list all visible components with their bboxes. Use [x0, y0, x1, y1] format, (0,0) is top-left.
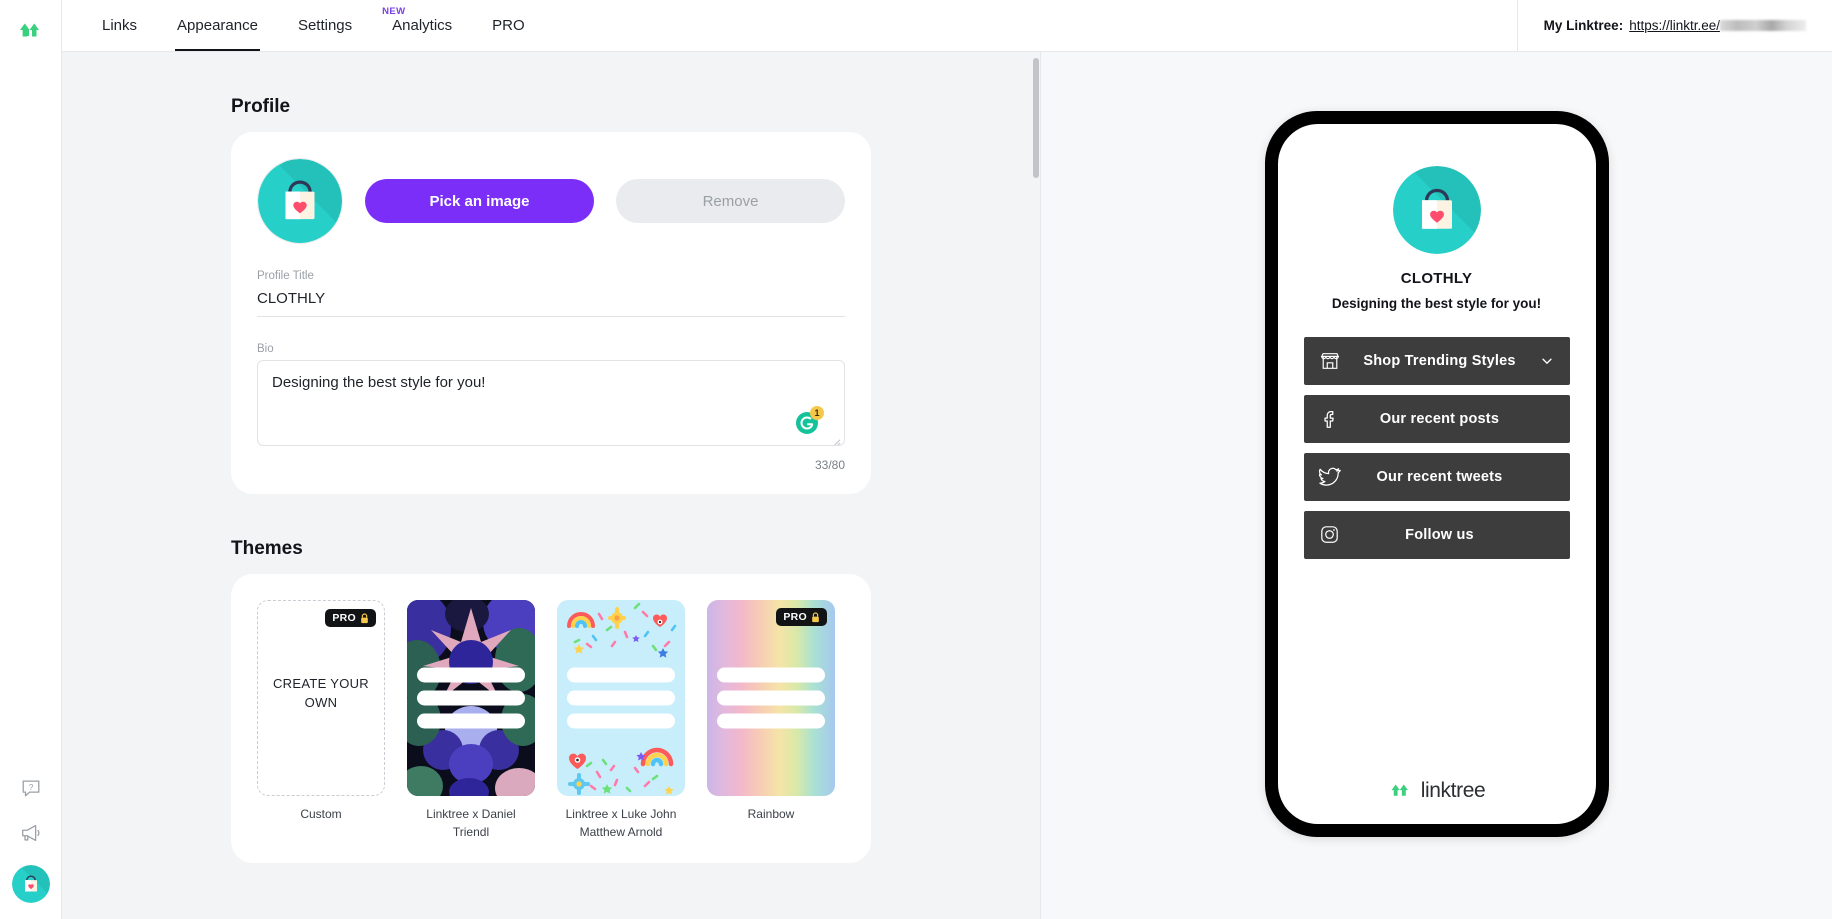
editor-scrollbar[interactable]: [1032, 52, 1040, 919]
tab-pro-label: PRO: [492, 17, 525, 34]
theme-daniel-triendl-thumb[interactable]: [407, 600, 535, 796]
theme-preview-bars: [567, 667, 675, 729]
body-split: Profile Pick an image Remove Profile Tit…: [62, 52, 1832, 919]
preview-footer[interactable]: linktree: [1278, 778, 1596, 804]
theme-custom-name: Custom: [300, 807, 342, 821]
tab-settings[interactable]: Settings: [278, 0, 372, 51]
remove-image-button[interactable]: Remove: [616, 179, 845, 223]
linktree-logo-icon[interactable]: [14, 14, 48, 48]
profile-title-label: Profile Title: [257, 270, 314, 282]
tab-appearance[interactable]: Appearance: [157, 0, 278, 51]
preview-avatar: [1392, 165, 1481, 254]
left-rail: ?: [0, 0, 62, 919]
svg-text:?: ?: [29, 783, 34, 792]
preview-panel: CLOTHLY Designing the best style for you…: [1041, 52, 1832, 919]
tab-settings-label: Settings: [297, 17, 353, 34]
pro-badge-label: PRO: [783, 611, 807, 623]
avatar[interactable]: [12, 865, 50, 903]
my-linktree-url[interactable]: https://linktr.ee/: [1629, 18, 1806, 33]
linktree-wordmark: linktree: [1420, 778, 1486, 802]
theme-daniel-triendl-name: Linktree x Daniel Triendl: [426, 807, 516, 839]
theme-preview-bars: [717, 667, 825, 729]
pro-badge: PRO: [776, 608, 827, 626]
themes-card: PRO CREATE YOUR OWN Custom Linktree x Da…: [231, 574, 871, 863]
preview-links-list: Shop Trending Styles Our recent posts Ou…: [1303, 336, 1570, 559]
phone-frame: CLOTHLY Designing the best style for you…: [1264, 110, 1609, 837]
username-redacted: [1720, 20, 1806, 31]
storefront-icon: [1318, 349, 1342, 373]
pick-an-image-button[interactable]: Pick an image: [365, 179, 594, 223]
themes-section-title: Themes: [231, 538, 303, 559]
preview-link-our-recent-posts[interactable]: Our recent posts: [1303, 394, 1570, 443]
chevron-down-icon[interactable]: [1538, 354, 1556, 368]
bio-label: Bio: [257, 343, 274, 355]
theme-daniel-triendl[interactable]: Linktree x Daniel Triendl: [407, 600, 535, 841]
profile-image-row: Pick an image Remove: [257, 158, 845, 244]
preview-link-our-recent-tweets[interactable]: Our recent tweets: [1303, 452, 1570, 501]
bio-textarea[interactable]: [257, 360, 845, 446]
profile-title-field: Profile Title: [257, 270, 845, 317]
top-navigation-bar: Links Appearance Settings NEW Analytics …: [62, 0, 1832, 52]
megaphone-icon[interactable]: [18, 820, 44, 846]
theme-rainbow-thumb[interactable]: PRO: [707, 600, 835, 796]
themes-section: Themes PRO CREATE YOUR OWN Custom Linktr…: [231, 538, 871, 863]
lock-icon: [812, 611, 819, 622]
theme-luke-arnold-thumb[interactable]: [557, 600, 685, 796]
tab-pro[interactable]: PRO: [472, 0, 545, 51]
preview-link-shop-trending-styles[interactable]: Shop Trending Styles: [1303, 336, 1570, 385]
linktree-admin-page: ? Links Appearance Settings NEW Analytic…: [0, 0, 1832, 919]
create-your-own-label: CREATE YOUR OWN: [272, 676, 369, 710]
pro-badge-label: PRO: [332, 612, 356, 624]
new-badge: NEW: [382, 6, 406, 17]
right-area: Links Appearance Settings NEW Analytics …: [62, 0, 1832, 919]
tab-appearance-label: Appearance: [177, 17, 258, 34]
theme-custom[interactable]: PRO CREATE YOUR OWN Custom: [257, 600, 385, 841]
profile-card: Pick an image Remove Profile Title Bio: [231, 132, 871, 494]
profile-title-input[interactable]: [257, 287, 845, 317]
preview-link-label: Our recent tweets: [1376, 468, 1503, 485]
preview-link-label: Follow us: [1405, 526, 1474, 543]
theme-custom-thumb[interactable]: PRO CREATE YOUR OWN: [257, 600, 385, 796]
preview-link-label: Our recent posts: [1379, 410, 1500, 427]
theme-luke-arnold-name: Linktree x Luke John Matthew Arnold: [565, 807, 677, 839]
preview-profile-bio: Designing the best style for you!: [1331, 295, 1542, 311]
lock-icon: [361, 612, 368, 623]
grammarly-badge: 1: [810, 406, 824, 420]
grammarly-icon[interactable]: 1: [795, 406, 824, 435]
pro-badge: PRO: [325, 609, 376, 627]
bio-field: Bio Designing the best style for you! 1 …: [257, 343, 845, 472]
help-bubble-icon[interactable]: ?: [18, 775, 44, 801]
preview-link-follow-us[interactable]: Follow us: [1303, 510, 1570, 559]
profile-avatar: [257, 158, 343, 244]
theme-rainbow-name: Rainbow: [747, 807, 795, 821]
preview-profile-title: CLOTHLY: [1400, 269, 1473, 287]
preview-link-label: Shop Trending Styles: [1363, 352, 1516, 369]
editor-scroll-area: Profile Pick an image Remove Profile Tit…: [62, 52, 1040, 919]
tab-links-label: Links: [102, 17, 138, 34]
instagram-icon: [1318, 523, 1342, 547]
theme-luke-arnold[interactable]: Linktree x Luke John Matthew Arnold: [557, 600, 685, 841]
theme-preview-bars: [417, 667, 525, 729]
linktree-logo-icon: [1391, 784, 1408, 796]
my-linktree-label: My Linktree:: [1543, 18, 1624, 33]
theme-grid: PRO CREATE YOUR OWN Custom Linktree x Da…: [257, 600, 845, 841]
my-linktree-area: My Linktree: https://linktr.ee/: [1516, 0, 1832, 51]
profile-section-title: Profile: [231, 96, 291, 117]
tab-links[interactable]: Links: [82, 0, 157, 51]
twitter-icon: [1318, 465, 1342, 489]
tab-analytics-label: Analytics: [392, 17, 453, 34]
rail-bottom-group: ?: [0, 775, 62, 903]
tab-analytics[interactable]: NEW Analytics: [372, 0, 472, 51]
facebook-icon: [1318, 407, 1342, 431]
theme-rainbow[interactable]: PRO Rainbow: [707, 600, 835, 841]
bio-character-counter: 33/80: [814, 458, 845, 472]
phone-screen: CLOTHLY Designing the best style for you…: [1277, 123, 1596, 824]
main-nav: Links Appearance Settings NEW Analytics …: [62, 0, 545, 51]
editor-panel: Profile Pick an image Remove Profile Tit…: [62, 52, 1041, 919]
editor-scrollbar-thumb[interactable]: [1033, 58, 1039, 178]
